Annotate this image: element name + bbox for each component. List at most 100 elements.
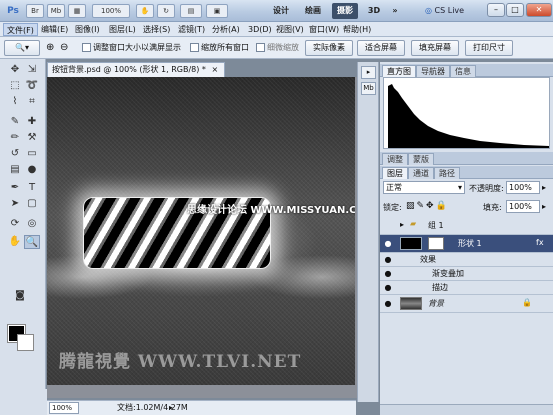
minibridge-button[interactable]: Mb [47,4,65,18]
opacity-input[interactable]: 100% [506,181,540,194]
blur-tool-icon[interactable]: ● [24,163,40,177]
arrange-documents-button[interactable]: ▤ [180,4,202,18]
tab-info[interactable]: 信息 [450,65,476,77]
pen-tool-icon[interactable]: ✒ [7,181,23,195]
zoom-field[interactable]: 100% [49,402,79,414]
effect-row-gradient[interactable]: ● 渐变叠加 [380,267,553,281]
crop-tool-icon[interactable]: ⌗ [24,95,40,109]
lock-icons[interactable]: ▨✎✥🔒 [406,201,449,211]
scrubby-zoom-checkbox[interactable] [256,43,265,52]
menu-image[interactable]: 图像(I) [72,23,103,36]
print-size-button[interactable]: 打印尺寸 [465,40,513,56]
resize-windows-checkbox[interactable] [82,43,91,52]
effect-row-stroke[interactable]: ● 描边 [380,281,553,295]
expand-arrow-icon[interactable]: ▸ [400,220,404,229]
zoom-out-icon[interactable]: ⊖ [60,42,68,53]
chevron-right-icon[interactable]: ▸ [542,202,546,211]
eye-icon[interactable]: ● [383,255,393,264]
menu-file[interactable]: 文件(F) [3,23,38,36]
restore-button[interactable]: □ [506,3,524,17]
zoom-tool-icon[interactable]: 🔍 [24,235,40,249]
path-select-tool-icon[interactable]: ➤ [7,197,23,211]
zoom-in-icon[interactable]: ⊕ [46,42,54,53]
menu-edit[interactable]: 编辑(E) [38,23,71,36]
workspace-3d[interactable]: 3D [365,3,383,19]
bridge-button[interactable]: Br [26,4,44,18]
menu-3d[interactable]: 3D(D) [245,23,275,36]
eraser-tool-icon[interactable]: ▭ [24,147,40,161]
marquee-tool-icon[interactable]: ⬚ [7,79,23,93]
eye-icon[interactable]: ● [383,299,393,308]
layer-effects-row[interactable]: ● 效果 [380,253,553,267]
view-extras-button[interactable]: ▦ [68,4,86,18]
spot-heal-tool-icon[interactable]: ✚ [24,115,40,129]
fill-screen-button[interactable]: 填充屏幕 [411,40,459,56]
rotate-view-button[interactable]: ↻ [157,4,175,18]
screen-mode-button[interactable]: ▣ [206,4,228,18]
tool-preset-picker[interactable]: 🔍▾ [4,40,40,56]
hand-tool-button[interactable]: ✋ [136,4,154,18]
tab-histogram[interactable]: 直方图 [382,65,416,77]
canvas[interactable]: 思缘设计论坛 WWW.MISSYUAN.COM 腾龍視覺 WWW.TLVI.NE… [47,77,355,385]
quick-mask-icon[interactable]: ◙ [9,289,31,303]
cs-live-button[interactable]: ◎ CS Live [425,3,483,19]
document-tab[interactable]: 按钮背景.psd @ 100% (形状 1, RGB/8) * × [47,62,225,77]
shape-tool-icon[interactable]: ▢ [24,197,40,211]
tab-navigator[interactable]: 导航器 [416,65,450,77]
workspace-photography[interactable]: 摄影 [332,3,358,19]
fx-icon[interactable]: fx [536,238,544,247]
brush-tool-icon[interactable]: ✏ [7,131,23,145]
layer-row-group[interactable]: ▸ ▰ 组 1 [380,217,553,235]
fit-screen-button[interactable]: 适合屏幕 [357,40,405,56]
tab-paths[interactable]: 路径 [434,167,460,179]
tab-masks[interactable]: 蒙版 [408,153,434,165]
quick-select-tool-icon[interactable]: ⌇ [7,95,23,109]
eye-icon[interactable]: ● [383,239,393,248]
menu-filter[interactable]: 滤镜(T) [175,23,208,36]
blend-mode-select[interactable]: 正常 ▾ [383,181,465,194]
3d-orbit-tool-icon[interactable]: ◎ [24,217,40,231]
tab-layers[interactable]: 图层 [382,167,408,179]
eye-icon[interactable]: ● [383,283,393,292]
background-color-swatch[interactable] [17,334,34,351]
collapsed-panel-icon[interactable]: ▸ [361,66,376,79]
tab-channels[interactable]: 通道 [408,167,434,179]
workspace-design[interactable]: 设计 [268,3,294,19]
minibridge-panel-icon[interactable]: Mb [361,82,376,95]
clone-stamp-tool-icon[interactable]: ⚒ [24,131,40,145]
history-brush-tool-icon[interactable]: ↺ [7,147,23,161]
workspace-more-button[interactable]: » [389,3,401,19]
type-tool-icon[interactable]: T [24,181,40,195]
minimize-button[interactable]: – [487,3,505,17]
menu-layer[interactable]: 图层(L) [106,23,139,36]
menu-select[interactable]: 选择(S) [140,23,173,36]
3d-rotate-tool-icon[interactable]: ⟳ [7,217,23,231]
hand-tool-icon[interactable]: ✋ [7,235,23,249]
eyedropper-tool-icon[interactable]: ✎ [7,115,23,129]
scrubby-zoom-label: 细微缩放 [267,43,299,52]
menu-help[interactable]: 帮助(H) [340,23,374,36]
document-close-icon[interactable]: × [211,65,218,74]
zoom-level-dropdown[interactable]: 100% [92,4,130,18]
menu-view[interactable]: 视图(V) [273,23,307,36]
menu-analysis[interactable]: 分析(A) [209,23,243,36]
tab-adjustments[interactable]: 调整 [382,153,408,165]
chevron-right-icon[interactable]: ▸ [542,183,546,192]
menu-window[interactable]: 窗口(W) [306,23,342,36]
close-button[interactable]: ✕ [526,3,552,17]
actual-pixels-button[interactable]: 实际像素 [305,40,353,56]
lasso-tool-icon[interactable]: ➰ [24,79,40,93]
gradient-tool-icon[interactable]: ▤ [7,163,23,177]
fill-label: 填充: [483,203,502,212]
zoom-all-checkbox[interactable] [190,43,199,52]
status-arrow-icon[interactable]: ▸ [169,401,173,415]
layer-row-shape[interactable]: ● 形状 1 fx [380,235,553,253]
fill-input[interactable]: 100% [506,200,540,213]
blend-row: 正常 ▾ 不透明度: 100% ▸ [380,180,553,196]
move-tool-icon[interactable]: ✥ [7,63,23,77]
layer-thumbnail [400,237,422,250]
layer-row-background[interactable]: ● 背景 🔒 [380,295,553,313]
move-tool-icon[interactable]: ⇲ [24,63,40,77]
workspace-paint[interactable]: 绘画 [300,3,326,19]
eye-icon[interactable]: ● [383,269,393,278]
